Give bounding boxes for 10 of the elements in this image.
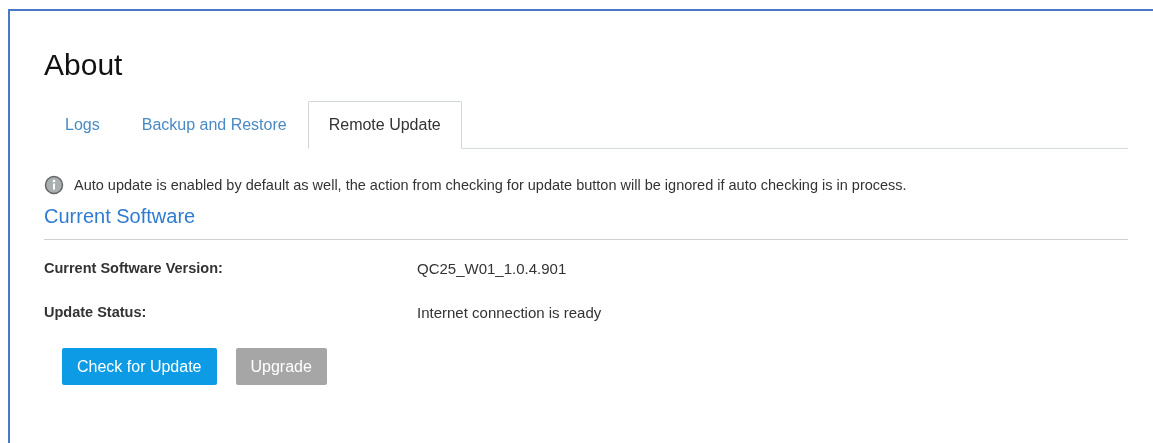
field-value: QC25_W01_1.0.4.901 — [417, 259, 567, 277]
section-title: Current Software — [44, 203, 1128, 240]
check-update-button[interactable]: Check for Update — [62, 348, 217, 385]
page-title: About — [44, 47, 124, 83]
notice-text: Auto update is enabled by default as well, the action from checking for update button will be ignored if auto checking is in process. — [74, 177, 907, 193]
field-value: Internet connection is ready — [417, 303, 602, 321]
field-label: Update Status: — [44, 304, 148, 320]
info-icon — [44, 175, 64, 195]
field-label: Current Software Version: — [44, 260, 224, 276]
tab[interactable]: Remote Update — [307, 101, 462, 149]
